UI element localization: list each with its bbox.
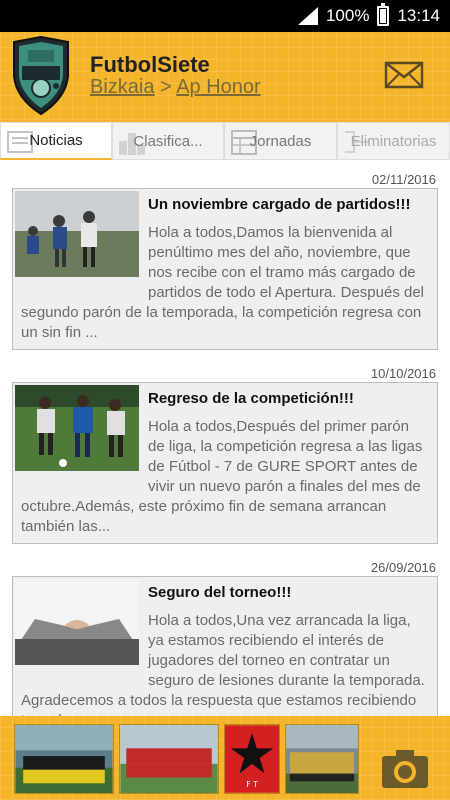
news-feed[interactable]: 02/11/2016 Un noviembre cargado de parti… bbox=[0, 160, 450, 716]
tab-label: Eliminatorias bbox=[350, 132, 437, 150]
gallery-team-logo[interactable]: F T bbox=[224, 724, 280, 794]
breadcrumb: Bizkaia > Ap Honor bbox=[90, 76, 261, 99]
section-tabs: Noticias Clasifica... Jornadas Eliminato… bbox=[0, 120, 450, 160]
tab-noticias[interactable]: Noticias bbox=[0, 122, 112, 160]
gallery-photo[interactable] bbox=[119, 724, 219, 794]
breadcrumb-separator: > bbox=[160, 76, 172, 98]
tab-label: Clasifica... bbox=[133, 132, 203, 150]
app-header: FutbolSiete Bizkaia > Ap Honor bbox=[0, 32, 450, 120]
news-card[interactable]: Regreso de la competición!!! Hola a todo… bbox=[12, 382, 438, 544]
news-card[interactable]: Seguro del torneo!!! Hola a todos,Una ve… bbox=[12, 576, 438, 716]
gallery-photo[interactable] bbox=[14, 724, 114, 794]
news-thumbnail bbox=[15, 191, 139, 277]
news-title[interactable]: Seguro del torneo!!! bbox=[148, 584, 291, 601]
news-date: 26/09/2016 bbox=[370, 560, 436, 575]
news-title[interactable]: Regreso de la competición!!! bbox=[148, 390, 354, 407]
tab-jornadas[interactable]: Jornadas bbox=[224, 122, 337, 160]
signal-icon bbox=[297, 7, 318, 25]
tab-label: Noticias bbox=[29, 132, 83, 149]
gallery-logo-text: F T bbox=[246, 780, 258, 789]
news-thumbnail bbox=[15, 579, 139, 665]
gallery-photo[interactable] bbox=[285, 724, 359, 794]
battery-icon bbox=[377, 3, 390, 26]
breadcrumb-region-link[interactable]: Bizkaia bbox=[90, 76, 154, 98]
photo-gallery-bar: F T bbox=[0, 716, 450, 800]
tab-clasificacion[interactable]: Clasifica... bbox=[112, 122, 224, 160]
news-title[interactable]: Un noviembre cargado de partidos!!! bbox=[148, 196, 411, 213]
breadcrumb-league-link[interactable]: Ap Honor bbox=[176, 76, 261, 98]
status-bar: 100% 13:14 bbox=[0, 0, 450, 32]
clock: 13:14 bbox=[397, 6, 440, 25]
club-shield-logo[interactable] bbox=[6, 36, 76, 116]
news-date: 02/11/2016 bbox=[371, 172, 436, 187]
tab-label: Jornadas bbox=[249, 132, 312, 150]
battery-percent: 100% bbox=[325, 6, 370, 25]
news-date: 10/10/2016 bbox=[370, 366, 436, 381]
camera-icon[interactable] bbox=[380, 746, 430, 790]
app-title: FutbolSiete bbox=[90, 52, 210, 77]
news-thumbnail bbox=[15, 385, 139, 471]
news-card[interactable]: Un noviembre cargado de partidos!!! Hola… bbox=[12, 188, 438, 350]
tab-eliminatorias[interactable]: Eliminatorias bbox=[337, 122, 450, 160]
mail-icon[interactable] bbox=[384, 60, 424, 90]
